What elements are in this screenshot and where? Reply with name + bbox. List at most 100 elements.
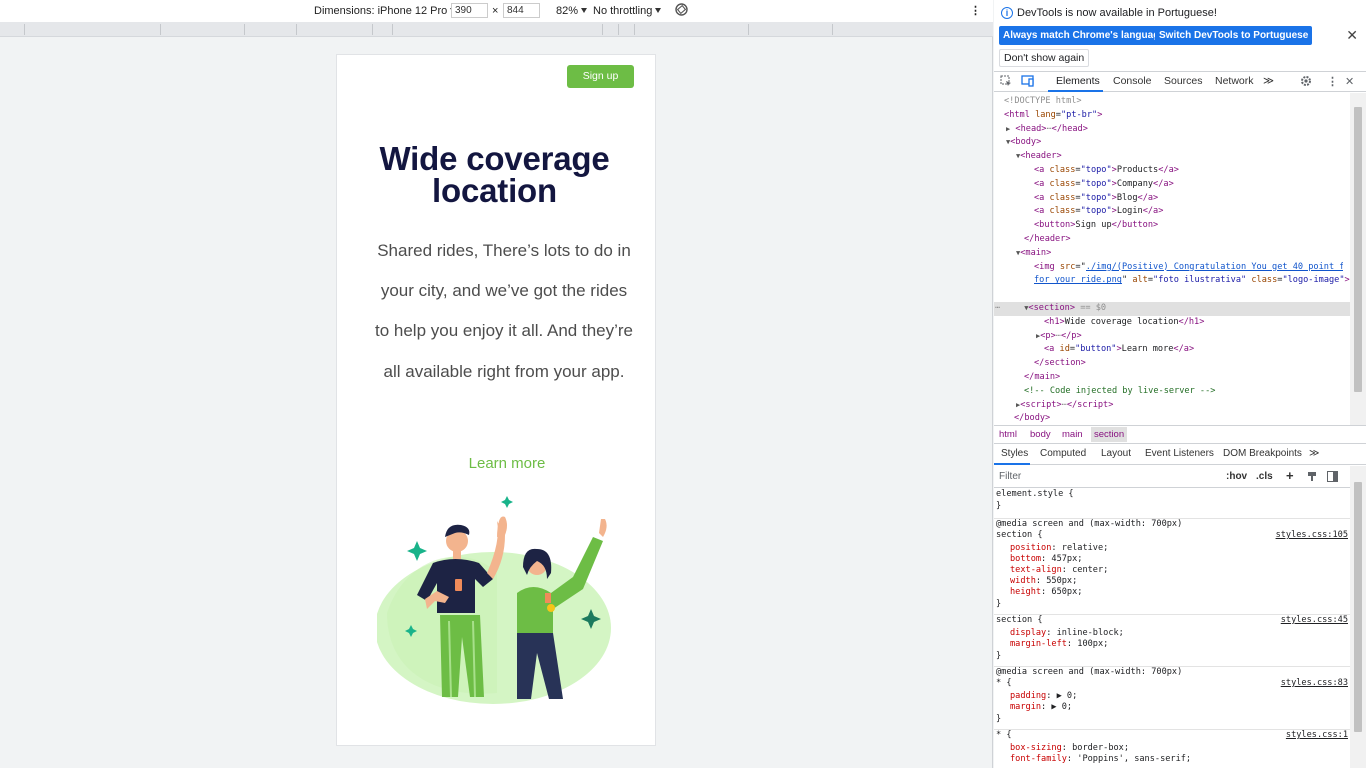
signup-button[interactable]: Sign up	[567, 65, 634, 88]
dom-node-main-close[interactable]: </main>	[994, 371, 1350, 385]
device-height-input[interactable]: 844	[503, 3, 540, 18]
dom-node-a-button[interactable]: <a id="button">Learn more</a>	[994, 343, 1350, 357]
filter-input[interactable]: Filter	[999, 471, 1021, 482]
dom-node-head[interactable]: ▶ <head>⋯</head>	[994, 123, 1350, 137]
css-declaration[interactable]: position: relative;	[1010, 543, 1108, 555]
dom-node-a[interactable]: <a class="topo">Blog</a>	[994, 192, 1350, 206]
device-dimensions-dropdown[interactable]: Dimensions: iPhone 12 Pro	[314, 4, 457, 18]
rule-selector[interactable]: element.style {	[996, 489, 1074, 501]
scrollbar-thumb[interactable]	[1354, 482, 1362, 732]
attr-value: "logo-image"	[1282, 275, 1345, 286]
tab-elements[interactable]: Elements	[1056, 75, 1100, 87]
attr-value: "topo"	[1080, 165, 1112, 175]
sidebar-toggle-icon[interactable]	[1327, 471, 1338, 485]
source-link[interactable]: styles.css:1	[1286, 730, 1348, 740]
tab-sources[interactable]: Sources	[1164, 75, 1203, 87]
css-declaration[interactable]: box-sizing: border-box;	[1010, 743, 1129, 755]
dom-node-img[interactable]: <img src="./img/(Positive) Congratulatio…	[994, 261, 1350, 275]
css-declaration[interactable]: font-family: 'Poppins', sans-serif;	[1010, 754, 1191, 766]
rule-selector[interactable]: * {	[996, 730, 1012, 742]
throttling-dropdown[interactable]: No throttling	[593, 4, 662, 18]
expand-arrow-icon[interactable]: ▶	[1006, 125, 1010, 133]
breadcrumb-section[interactable]: section	[1091, 427, 1128, 442]
media-query-ruler[interactable]	[0, 22, 993, 37]
tab-network[interactable]: Network	[1215, 75, 1254, 87]
styles-subtabs: Styles Computed Layout Event Listeners D…	[994, 444, 1366, 465]
attr-name: id	[1059, 344, 1070, 355]
breadcrumb-html[interactable]: html	[999, 429, 1017, 440]
paint-icon[interactable]	[1307, 471, 1318, 485]
learn-more-link[interactable]: Learn more	[337, 455, 655, 472]
dom-node-doctype[interactable]: <!DOCTYPE html>	[994, 95, 1350, 109]
scrollbar-thumb[interactable]	[1354, 107, 1362, 392]
devtools-tabbar: Elements Console Sources Network ≫ ⋮ ✕	[994, 71, 1366, 92]
tab-computed[interactable]: Computed	[1040, 448, 1086, 459]
ellipsis-icon[interactable]: ⋯	[995, 303, 1000, 313]
css-declaration[interactable]: display: inline-block;	[1010, 628, 1124, 640]
dom-tree-scrollbar[interactable]	[1350, 93, 1366, 425]
device-toolbar-toggle-icon[interactable]	[1021, 75, 1034, 90]
dom-node-h1[interactable]: <h1>Wide coverage location</h1>	[994, 316, 1350, 330]
dom-node-comment[interactable]: <!-- Code injected by live-server -->	[994, 385, 1350, 399]
dom-node-script[interactable]: ▶<script>⋯</script>	[994, 399, 1350, 413]
dom-node-a[interactable]: <a class="topo">Login</a>	[994, 205, 1350, 219]
dom-node-body-close[interactable]: </body>	[994, 412, 1350, 425]
styles-scrollbar[interactable]	[1350, 466, 1366, 768]
source-link[interactable]: styles.css:45	[1281, 615, 1348, 625]
tag-name: head	[1020, 123, 1042, 134]
match-language-button[interactable]: Always match Chrome's language	[999, 26, 1169, 45]
css-declaration[interactable]: margin: ▶ 0;	[1010, 702, 1072, 714]
prop-value: 650px;	[1051, 587, 1083, 597]
inspect-element-icon[interactable]	[1000, 75, 1012, 90]
breadcrumb-main[interactable]: main	[1062, 429, 1083, 440]
css-declaration[interactable]: margin-left: 100px;	[1010, 639, 1108, 651]
dom-node-header[interactable]: ▼<header>	[994, 150, 1350, 164]
device-width-input[interactable]: 390	[451, 3, 488, 18]
zoom-label: 82%	[556, 5, 579, 17]
dom-node-a[interactable]: <a class="topo">Products</a>	[994, 164, 1350, 178]
more-options-icon[interactable]: ⋮	[1327, 75, 1338, 88]
more-options-icon[interactable]: ⋮	[970, 4, 981, 18]
dom-node-a[interactable]: <a class="topo">Company</a>	[994, 178, 1350, 192]
css-declaration[interactable]: height: 650px;	[1010, 587, 1082, 599]
dom-node-section-selected[interactable]: ⋯ ▼<section> == $0	[994, 302, 1350, 316]
css-declaration[interactable]: width: 550px;	[1010, 576, 1077, 588]
dom-node-header-close[interactable]: </header>	[994, 233, 1350, 247]
tab-console[interactable]: Console	[1113, 75, 1152, 87]
rule-selector[interactable]: section {	[996, 615, 1043, 627]
gear-icon[interactable]	[1300, 75, 1312, 90]
node-text: Sign up	[1075, 220, 1112, 231]
dont-show-again-button[interactable]: Don't show again	[999, 49, 1090, 67]
more-tabs-icon[interactable]: ≫	[1263, 75, 1274, 87]
dom-node-button[interactable]: <button>Sign up</button>	[994, 219, 1350, 233]
close-devtools-icon[interactable]: ✕	[1345, 75, 1354, 88]
class-toggle[interactable]: .cls	[1256, 471, 1273, 482]
rule-selector[interactable]: section {	[996, 530, 1043, 542]
zoom-dropdown[interactable]: 82%	[556, 4, 588, 18]
tab-layout[interactable]: Layout	[1101, 448, 1131, 459]
css-declaration[interactable]: padding: ▶ 0;	[1010, 691, 1077, 703]
prop-value: 457px;	[1051, 554, 1083, 564]
css-declaration[interactable]: text-align: center;	[1010, 565, 1108, 577]
dom-node-html[interactable]: <html lang="pt-br">	[994, 109, 1350, 123]
dom-node-body[interactable]: ▼<body>	[994, 136, 1350, 150]
more-subtabs-icon[interactable]: ≫	[1309, 448, 1319, 459]
close-icon[interactable]: ✕	[1346, 27, 1358, 44]
switch-language-button[interactable]: Switch DevTools to Portuguese	[1155, 26, 1313, 45]
rotate-icon[interactable]	[674, 2, 689, 21]
tab-styles[interactable]: Styles	[1001, 448, 1028, 459]
dom-node-p[interactable]: ▶<p>⋯</p>	[994, 330, 1350, 344]
img-src-link[interactable]: ./img/(Positive) Congratulation You get …	[1086, 261, 1343, 275]
css-declaration[interactable]: bottom: 457px;	[1010, 554, 1082, 566]
dom-node-section-close[interactable]: </section>	[994, 357, 1350, 371]
node-text: Login	[1116, 206, 1143, 217]
new-rule-icon[interactable]: +	[1286, 468, 1294, 483]
dom-node-main[interactable]: ▼<main>	[994, 247, 1350, 261]
tab-dom-breakpoints[interactable]: DOM Breakpoints	[1223, 448, 1302, 459]
source-link[interactable]: styles.css:105	[1276, 530, 1348, 540]
tab-event-listeners[interactable]: Event Listeners	[1145, 448, 1214, 459]
hover-state-toggle[interactable]: :hov	[1226, 471, 1247, 482]
rule-selector[interactable]: * {	[996, 678, 1012, 690]
source-link[interactable]: styles.css:83	[1281, 678, 1348, 688]
breadcrumb-body[interactable]: body	[1030, 429, 1051, 440]
